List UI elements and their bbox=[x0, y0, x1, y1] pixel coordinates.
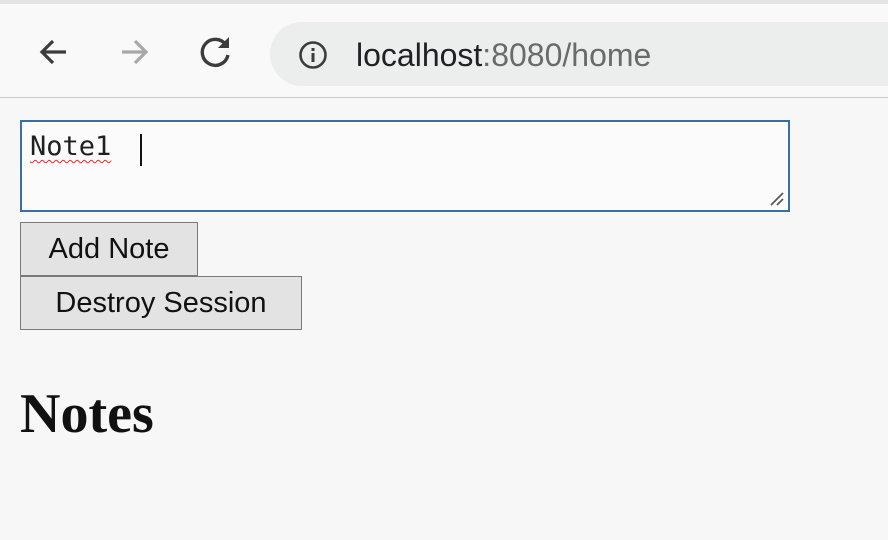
note-textarea[interactable]: Note1 bbox=[20, 120, 790, 212]
page-content: Note1 Add Note Destroy Session Notes bbox=[0, 98, 888, 540]
reload-icon bbox=[200, 37, 230, 68]
info-icon[interactable] bbox=[298, 40, 328, 70]
arrow-left-icon bbox=[39, 39, 66, 65]
back-button[interactable] bbox=[32, 30, 76, 74]
notes-heading: Notes bbox=[20, 383, 154, 445]
destroy-session-button[interactable]: Destroy Session bbox=[20, 276, 302, 330]
reload-button[interactable] bbox=[193, 30, 237, 74]
url-text[interactable]: localhost:8080/home bbox=[356, 35, 651, 75]
arrow-right-icon bbox=[122, 39, 149, 65]
resize-grip-icon[interactable] bbox=[766, 188, 784, 206]
add-note-button[interactable]: Add Note bbox=[20, 222, 198, 276]
text-caret bbox=[140, 134, 142, 166]
note-text-value: Note1 bbox=[30, 131, 112, 162]
url-path: :8080/home bbox=[482, 37, 652, 73]
forward-button[interactable] bbox=[112, 30, 156, 74]
url-host: localhost bbox=[356, 37, 483, 73]
browser-toolbar: localhost:8080/home bbox=[0, 0, 888, 98]
